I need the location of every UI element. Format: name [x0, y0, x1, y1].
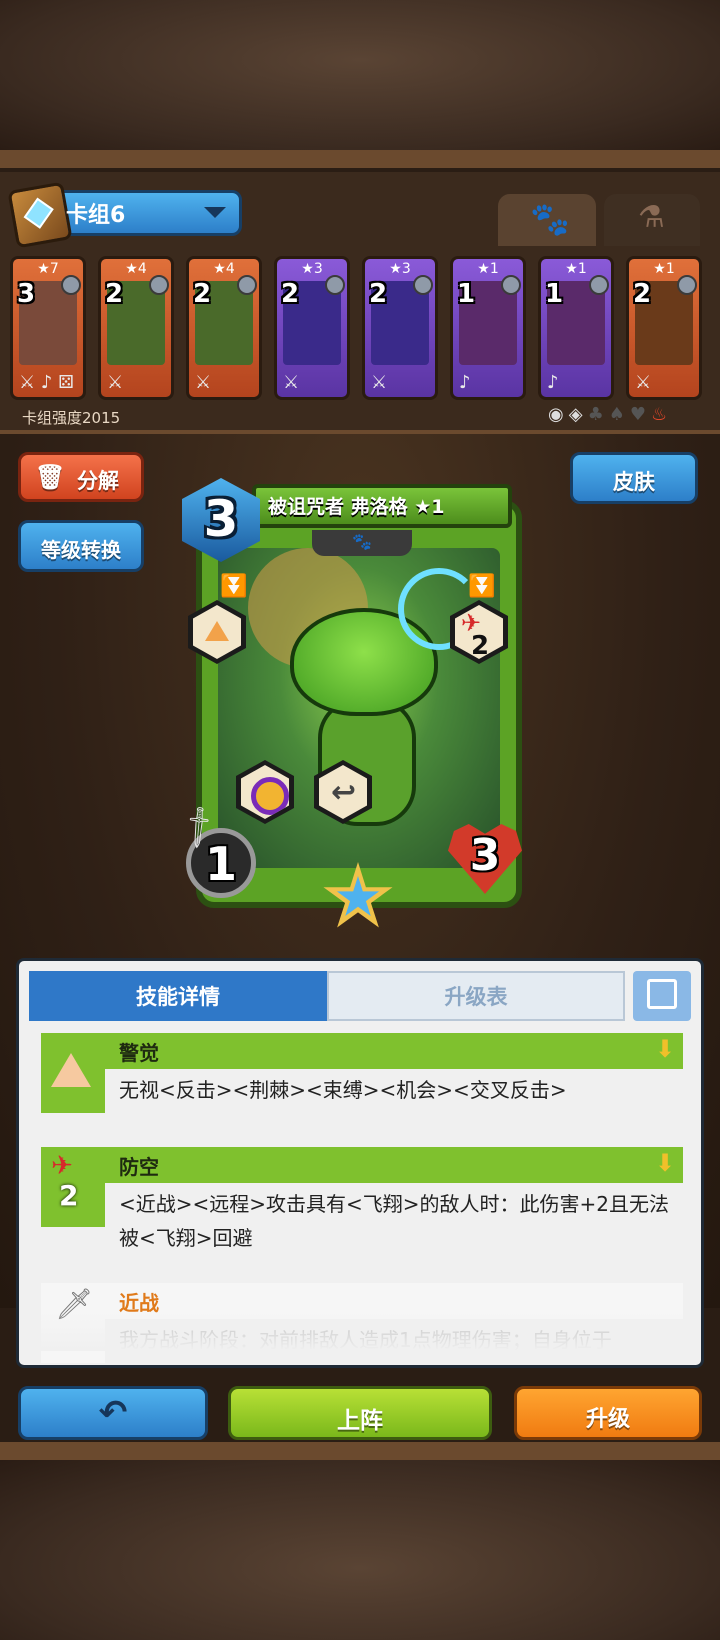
- trash-icon: 🗑: [35, 463, 66, 491]
- level-arrow-icon: ⏬: [220, 574, 248, 599]
- deck-card[interactable]: ★4 2 ⚔: [186, 256, 262, 400]
- anti-air-value: 2: [59, 1179, 79, 1212]
- level-arrow-icon: ⬇: [654, 1149, 675, 1177]
- deck-card[interactable]: ★3 2 ⚔: [274, 256, 350, 400]
- rarity-gem-icon: [325, 275, 345, 295]
- weapon-icons: ⚔ ♪ ⚄: [19, 372, 74, 393]
- hero-cost: 3: [203, 490, 239, 548]
- upgrade-label: 升级: [585, 1407, 630, 1432]
- card-cost: 2: [105, 279, 124, 309]
- rarity-gem-icon: [413, 275, 433, 295]
- weapon-icons: ⚔: [195, 372, 212, 393]
- card-cost: 2: [633, 279, 652, 309]
- tab-skill-details[interactable]: 技能详情: [29, 971, 327, 1021]
- card-cost: 2: [369, 279, 388, 309]
- card-cost: 2: [281, 279, 300, 309]
- deck-card[interactable]: ★4 2 ⚔: [98, 256, 174, 400]
- tab-potion[interactable]: ⚗: [604, 194, 700, 246]
- weapon-icons: ♪: [547, 372, 559, 393]
- chevron-down-icon[interactable]: [204, 207, 226, 218]
- scroll-fade: [19, 1311, 701, 1351]
- level-arrow-icon: ⏬: [468, 574, 496, 599]
- rarity-gem-icon: [589, 275, 609, 295]
- card-cost: 1: [457, 279, 476, 309]
- rarity-gem-icon: [237, 275, 257, 295]
- ability-name: 警觉: [119, 1041, 159, 1065]
- deploy-button[interactable]: 上阵: [228, 1386, 492, 1440]
- anti-air-icon: ✈: [51, 1151, 73, 1181]
- paw-icon: 🐾: [530, 200, 570, 238]
- shadow-icon[interactable]: ♥: [630, 404, 651, 425]
- might-icon[interactable]: ♠: [609, 404, 630, 425]
- deck-book-icon: [7, 181, 73, 249]
- hero-card: 被诅咒者 弗洛格 ★1 🐾 3 ⏬ ⏬ ✈ 2 ↩ 1 🗡 3: [173, 478, 526, 928]
- deck-name: 卡组6: [66, 203, 126, 228]
- back-arrow-icon: ↶: [98, 1393, 128, 1433]
- deck-card[interactable]: ★7 3 ⚔ ♪ ⚄: [10, 256, 86, 400]
- background-bottom: [0, 1460, 720, 1640]
- disenchant-button[interactable]: 🗑 分解: [18, 452, 144, 502]
- tab-upgrade-table[interactable]: 升级表: [327, 971, 625, 1021]
- back-button[interactable]: ↶: [18, 1386, 208, 1440]
- deck-strength: 卡组强度2015: [22, 409, 121, 427]
- wild-icon[interactable]: ♣: [588, 404, 609, 425]
- weapon-icons: ⚔: [371, 372, 388, 393]
- curse-icon: [251, 777, 289, 815]
- hook-icon: ↩: [331, 775, 357, 810]
- weapon-icons: ⚔: [283, 372, 300, 393]
- arcane-icon[interactable]: ◈: [569, 404, 588, 425]
- details-panel: 技能详情 升级表 警觉 ⬇ 无视<反击><荆棘><束缚><机会><交叉反击> ✈…: [16, 958, 704, 1368]
- faction-filter-icons[interactable]: ◉◈♣♠♥♨: [548, 404, 672, 425]
- upgrade-button[interactable]: 升级: [514, 1386, 702, 1440]
- weapon-icons: ⚔: [635, 372, 652, 393]
- ability-icon-box: ✈ 2: [41, 1147, 105, 1227]
- vigilance-icon: [51, 1053, 91, 1087]
- level-convert-button[interactable]: 等级转换: [18, 520, 144, 572]
- hero-name: 被诅咒者 弗洛格 ★1: [268, 496, 445, 518]
- rarity-gem-icon: [61, 275, 81, 295]
- external-link-button[interactable]: [633, 971, 691, 1021]
- neutral-icon[interactable]: ◉: [548, 404, 569, 425]
- hero-class-bar: 🐾: [312, 530, 412, 556]
- rarity-gem-icon: [677, 275, 697, 295]
- background-top: [0, 0, 720, 150]
- level-convert-label: 等级转换: [41, 538, 121, 562]
- skin-button[interactable]: 皮肤: [570, 452, 698, 504]
- tab-beast[interactable]: 🐾: [498, 194, 596, 246]
- deploy-label: 上阵: [337, 1408, 383, 1434]
- fire-icon[interactable]: ♨: [651, 404, 672, 425]
- rarity-gem-icon: [149, 275, 169, 295]
- rarity-gem-icon: [501, 275, 521, 295]
- ability-description: 无视<反击><荆棘><束缚><机会><交叉反击>: [119, 1078, 567, 1102]
- card-cost: 3: [17, 279, 36, 309]
- paw-icon: 🐾: [352, 532, 372, 551]
- anti-air-value: 2: [471, 631, 490, 661]
- weapon-icons: ⚔: [107, 372, 124, 393]
- weapon-icons: ♪: [459, 372, 471, 393]
- deck-card[interactable]: ★1 1 ♪: [450, 256, 526, 400]
- card-cost: 1: [545, 279, 564, 309]
- health-value: 3: [469, 830, 501, 881]
- level-arrow-icon: ⬇: [654, 1035, 675, 1063]
- potion-icon: ⚗: [638, 200, 665, 235]
- health-badge: 3: [448, 824, 522, 894]
- deck-card[interactable]: ★1 1 ♪: [538, 256, 614, 400]
- ability-description: <近战><远程>攻击具有<飞翔>的敌人时：此伤害+2且无法被<飞翔>回避: [119, 1192, 670, 1250]
- disenchant-label: 分解: [77, 469, 119, 493]
- vigilance-icon: [205, 621, 229, 641]
- deck-card[interactable]: ★3 2 ⚔: [362, 256, 438, 400]
- ability-name: 防空: [119, 1155, 159, 1179]
- card-cost: 2: [193, 279, 212, 309]
- ability-icon-box: [41, 1033, 105, 1113]
- deck-card[interactable]: ★1 2 ⚔: [626, 256, 702, 400]
- external-link-icon: [647, 979, 677, 1009]
- skin-label: 皮肤: [613, 470, 655, 494]
